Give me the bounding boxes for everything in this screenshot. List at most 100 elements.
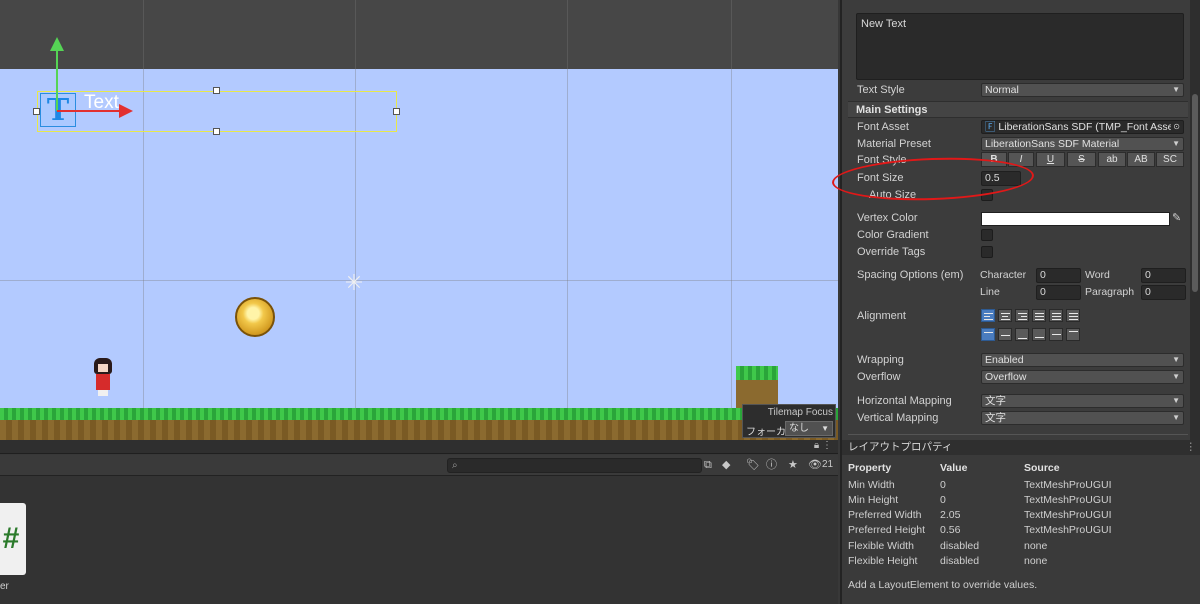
tilemap-focus-dropdown[interactable]: なし ▼ [785,421,833,436]
layout-row-property: Preferred Width [848,509,922,521]
font-asset-icon: 🄵 [985,121,996,133]
align-baseline-button[interactable] [1032,328,1046,341]
font-style-strikethrough-button[interactable]: S [1067,152,1096,167]
character-spacing-input[interactable]: 0 [1036,268,1081,283]
spacing-options-label: Spacing Options (em) [857,269,964,281]
rect-handle-bottom[interactable] [213,128,220,135]
script-file-label[interactable]: er [0,581,9,592]
align-top-button[interactable] [981,328,995,341]
filter-by-type-icon[interactable]: ◆ [722,458,730,472]
csharp-script-icon[interactable]: # [0,503,26,575]
font-style-smallcaps-button[interactable]: SC [1156,152,1184,167]
layout-header-source: Source [1024,462,1060,474]
project-asset-area[interactable] [0,476,838,604]
layout-row-source: TextMeshProUGUI [1024,479,1112,491]
align-capline-button[interactable] [1066,328,1080,341]
character-legs [98,390,108,396]
search-by-type-icon[interactable]: ⧉ [704,458,712,472]
material-preset-dropdown[interactable]: LiberationSans SDF Material ▼ [981,137,1184,151]
more-icon[interactable]: ⋮ [822,440,832,451]
project-toolbar: ⌕ ⧉ ◆ 🏷︎ ⓘ ★ 👁︎ 21 [0,455,838,476]
layout-row-value: 0 [940,494,946,506]
align-geometry-center-button[interactable] [1066,309,1080,322]
layout-row-value: 0 [940,479,946,491]
move-gizmo-y-axis[interactable] [56,50,58,111]
chevron-down-icon: ▼ [1172,372,1180,381]
light-gizmo-icon[interactable]: ✳ [343,272,365,294]
font-asset-label: Font Asset [857,121,909,133]
override-tags-checkbox[interactable] [981,246,993,258]
horizontal-mapping-label: Horizontal Mapping [857,395,952,407]
grid-line [143,0,144,440]
chevron-down-icon: ▼ [1172,413,1180,422]
line-spacing-input[interactable]: 0 [1036,285,1081,300]
vertex-color-swatch[interactable] [981,212,1170,226]
layout-row-value: 0.56 [940,524,961,536]
inspector-scrollbar-thumb[interactable] [1192,94,1198,292]
layout-properties-panel: Property Value Source Min Width 0 TextMe… [840,455,1200,604]
character-spacing-label: Character [980,269,1027,281]
ground-block-grass [736,366,778,380]
rect-handle-top[interactable] [213,87,220,94]
align-left-button[interactable] [981,309,995,322]
layout-header-property: Property [848,462,892,474]
align-flush-button[interactable] [1049,309,1063,322]
character-face [98,364,108,372]
line-spacing-label: Line [980,286,1000,298]
coin-sprite[interactable] [235,297,275,337]
main-settings-header[interactable]: Main Settings [848,101,1188,118]
wrapping-label: Wrapping [857,354,904,366]
layout-properties-header[interactable]: レイアウトプロパティ ⋮ [840,440,1200,455]
lock-icon[interactable]: 🔒︎ [814,440,819,451]
text-style-value: Normal [985,84,1019,96]
layout-row-value: disabled [940,540,980,552]
align-middle-button[interactable] [998,328,1012,341]
color-gradient-checkbox[interactable] [981,229,993,241]
move-gizmo-y-arrow-icon[interactable] [50,37,64,51]
inspector-scrollbar[interactable] [1190,0,1200,440]
wrapping-dropdown[interactable]: Enabled ▼ [981,353,1184,367]
favorites-icon[interactable]: ★ [788,458,798,472]
text-style-dropdown[interactable]: Normal ▼ [981,83,1184,97]
layout-header-value: Value [940,462,968,474]
move-gizmo-x-axis[interactable] [57,110,121,112]
filter-by-log-icon[interactable]: ⓘ [766,458,777,472]
overflow-dropdown[interactable]: Overflow ▼ [981,370,1184,384]
font-asset-field[interactable]: 🄵 LiberationSans SDF (TMP_Font Asse ⊙ [981,120,1184,134]
align-justified-button[interactable] [1032,309,1046,322]
overflow-label: Overflow [857,371,901,383]
text-input-area[interactable]: New Text [856,13,1184,80]
eyedropper-icon[interactable]: ✎ [1172,211,1181,224]
rect-handle-left[interactable] [33,108,40,115]
layout-row-property: Flexible Width [848,540,914,552]
horizontal-mapping-dropdown[interactable]: 文字 ▼ [981,394,1184,408]
layout-row-value: disabled [940,555,980,567]
align-midline-button[interactable] [1049,328,1063,341]
paragraph-spacing-input[interactable]: 0 [1141,285,1186,300]
move-gizmo-x-arrow-icon[interactable] [119,104,133,118]
player-character-sprite[interactable] [90,356,116,398]
hidden-packages-icon[interactable]: 👁︎ [808,458,822,472]
filter-by-label-icon[interactable]: 🏷︎ [746,458,760,472]
drag-handle-icon[interactable]: ⋮ [1186,440,1197,454]
align-right-button[interactable] [1015,309,1029,322]
align-bottom-button[interactable] [1015,328,1029,341]
align-center-button[interactable] [998,309,1012,322]
vertical-mapping-dropdown[interactable]: 文字 ▼ [981,411,1184,425]
paragraph-spacing-label: Paragraph [1085,286,1135,298]
ground-grass [0,408,838,420]
font-style-underline-button[interactable]: U [1036,152,1065,167]
project-search-input[interactable]: ⌕ [447,458,702,473]
word-spacing-input[interactable]: 0 [1141,268,1186,283]
character-body [96,374,110,390]
scene-view[interactable]: ✳ T Text Tilemap Focus フォーカス なし ▼ [0,0,838,440]
horizontal-mapping-value: 文字 [985,395,1006,407]
font-style-lowercase-button[interactable]: ab [1098,152,1126,167]
hidden-packages-count: 21 [822,459,834,470]
chevron-down-icon: ▼ [1172,139,1180,148]
rect-handle-right[interactable] [393,108,400,115]
font-asset-value: LiberationSans SDF (TMP_Font Asse [998,121,1174,133]
object-picker-icon[interactable]: ⊙ [1171,121,1180,133]
font-style-uppercase-button[interactable]: AB [1127,152,1155,167]
layout-row-property: Min Width [848,479,895,491]
